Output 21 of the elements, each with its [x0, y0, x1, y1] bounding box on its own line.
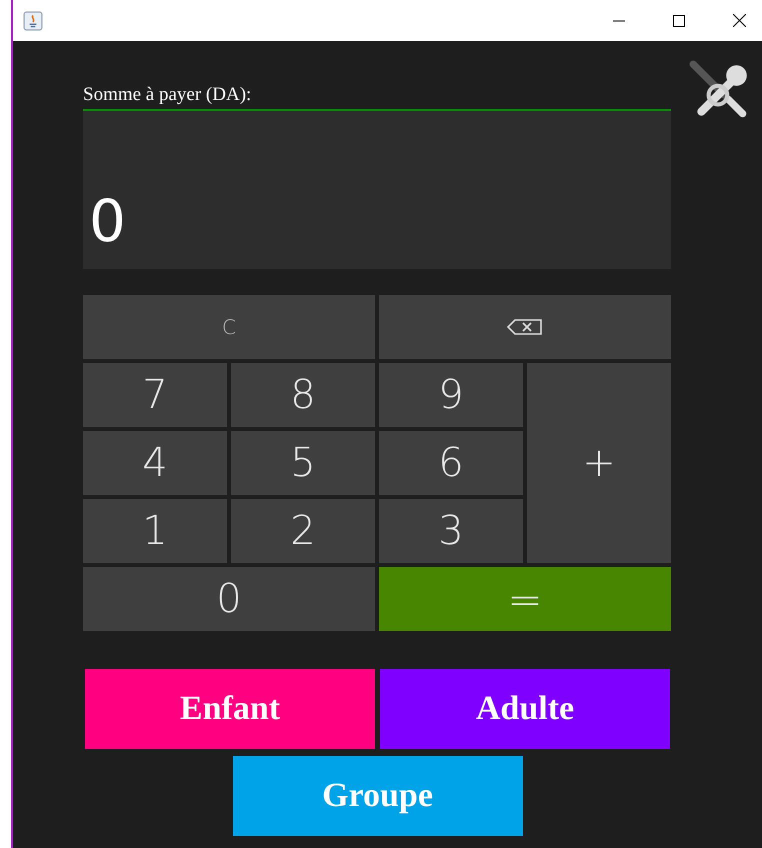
key-button[interactable]: 6	[379, 431, 523, 495]
key-button[interactable]: 3	[379, 499, 523, 563]
key-button[interactable]: +	[527, 363, 671, 563]
amount-display: 0	[83, 109, 671, 269]
key-button[interactable]: 7	[83, 363, 227, 427]
key-button[interactable]: =	[379, 567, 671, 631]
app-icon	[23, 10, 43, 30]
key-button[interactable]: 8	[231, 363, 375, 427]
category-button[interactable]: Enfant	[85, 669, 375, 749]
maximize-icon[interactable]	[673, 14, 685, 26]
amount-label: Somme à payer (DA):	[83, 83, 252, 107]
backspace-icon	[507, 318, 543, 336]
key-button[interactable]: 9	[379, 363, 523, 427]
key-button[interactable]: 4	[83, 431, 227, 495]
key-button[interactable]: C	[83, 295, 375, 359]
key-button[interactable]: 5	[231, 431, 375, 495]
close-icon[interactable]	[733, 14, 746, 27]
key-button[interactable]: 0	[83, 567, 375, 631]
category-button[interactable]: Adulte	[380, 669, 670, 749]
key-button[interactable]: 2	[231, 499, 375, 563]
key-button[interactable]: 1	[83, 499, 227, 563]
